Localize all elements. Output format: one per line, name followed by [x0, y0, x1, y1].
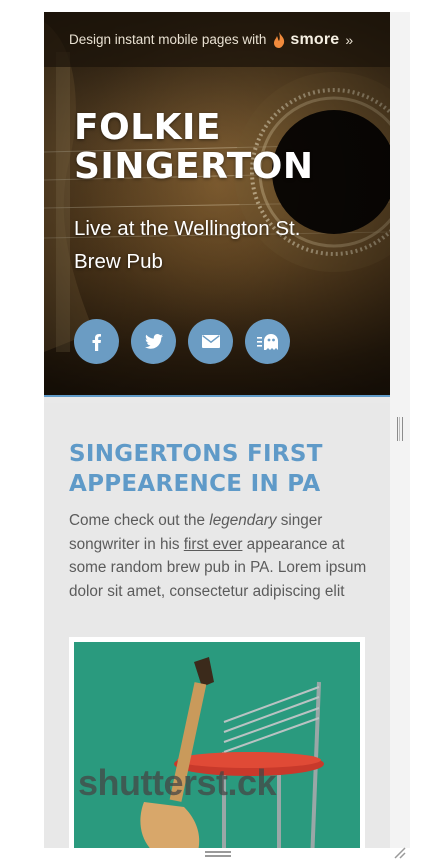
- twitter-icon: [144, 334, 163, 349]
- social-share-row: [74, 319, 290, 364]
- guitar-on-chair-image: [74, 642, 360, 848]
- ghost-icon: [256, 333, 278, 350]
- resize-grip-icon[interactable]: [393, 846, 407, 860]
- first-ever-link[interactable]: first ever: [184, 536, 243, 553]
- twitter-share-button[interactable]: [131, 319, 176, 364]
- email-share-button[interactable]: [188, 319, 233, 364]
- mobile-page-frame: Design instant mobile pages with smore »…: [44, 12, 390, 848]
- photo-watermark: shutterst.ck: [78, 762, 277, 803]
- flame-icon: [274, 31, 285, 48]
- smore-promo-bar[interactable]: Design instant mobile pages with smore »: [44, 12, 390, 67]
- photo-card[interactable]: shutterst.ck: [69, 637, 365, 848]
- body-text-1: Come check out the: [69, 512, 210, 529]
- section-body-text: Come check out the legendary singer song…: [69, 509, 369, 603]
- promo-text: Design instant mobile pages with: [69, 32, 267, 47]
- hero-section: Design instant mobile pages with smore »…: [44, 12, 390, 397]
- promo-brand: smore: [290, 30, 340, 48]
- section-heading: SINGERTONS FIRST APPEARENCE IN PA: [69, 441, 323, 497]
- page-subtitle: Live at the Wellington St. Brew Pub: [74, 217, 301, 273]
- promo-arrow: »: [345, 31, 354, 48]
- mail-icon: [201, 335, 220, 348]
- bottom-drag-handle[interactable]: [205, 851, 231, 857]
- body-text-emphasis: legendary: [209, 512, 277, 529]
- ghost-share-button[interactable]: [245, 319, 290, 364]
- accent-stripe: [44, 395, 390, 397]
- facebook-share-button[interactable]: [74, 319, 119, 364]
- content-section: SINGERTONS FIRST APPEARENCE IN PA Come c…: [44, 403, 390, 848]
- guitar-chair-photo: shutterst.ck: [74, 642, 360, 848]
- page-title: FOLKIE SINGERTON: [74, 107, 314, 187]
- scrollbar-grip[interactable]: [397, 417, 403, 441]
- facebook-icon: [92, 333, 101, 351]
